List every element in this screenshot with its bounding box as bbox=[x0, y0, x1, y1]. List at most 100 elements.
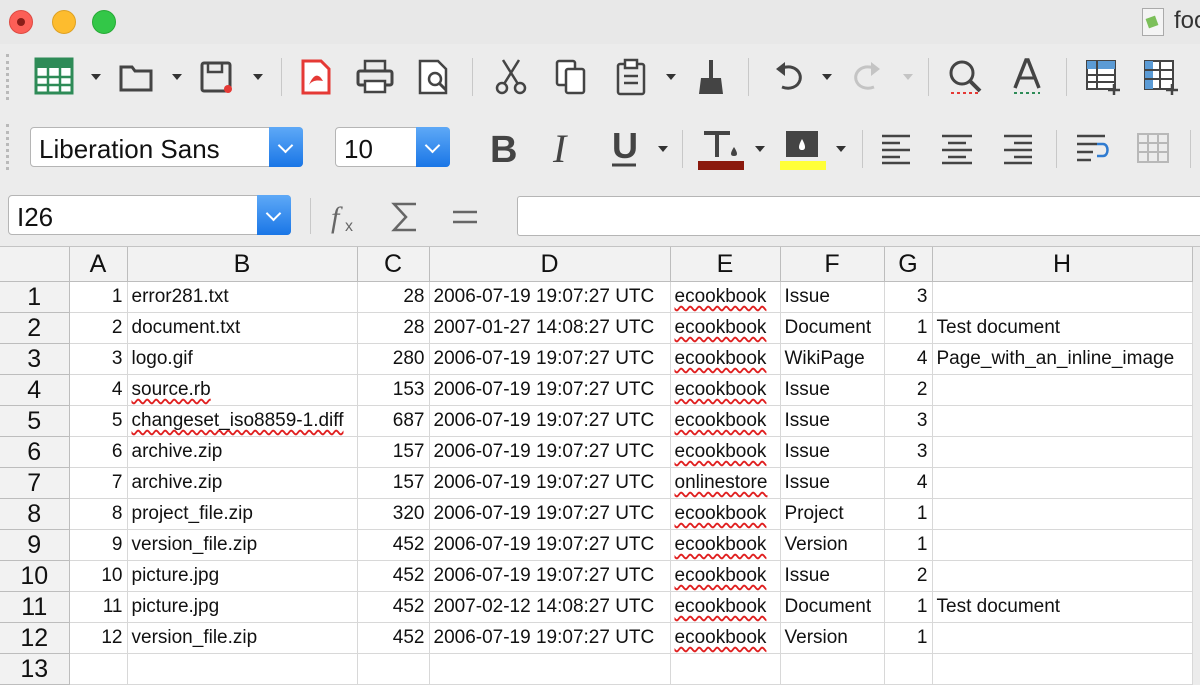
cell-c[interactable]: 157 bbox=[357, 436, 430, 468]
cell-g[interactable]: 2 bbox=[884, 560, 933, 592]
cell-h[interactable] bbox=[932, 622, 1193, 654]
cell-e[interactable]: ecookbook bbox=[670, 560, 781, 592]
row-header[interactable]: 7 bbox=[0, 467, 70, 499]
cell-h[interactable]: Page_with_an_inline_image bbox=[932, 343, 1193, 375]
new-dropdown-chevron-icon[interactable] bbox=[91, 74, 101, 80]
column-header[interactable]: G bbox=[884, 247, 933, 282]
cell-g[interactable]: 3 bbox=[884, 405, 933, 437]
cell-g[interactable]: 1 bbox=[884, 498, 933, 530]
font-color-icon[interactable] bbox=[694, 124, 748, 172]
cell-d[interactable]: 2006-07-19 19:07:27 UTC bbox=[429, 560, 671, 592]
cell-c[interactable]: 157 bbox=[357, 467, 430, 499]
cell-a[interactable]: 10 bbox=[69, 560, 128, 592]
cell-h[interactable] bbox=[932, 498, 1193, 530]
cell-a[interactable] bbox=[69, 653, 128, 685]
cell-f[interactable] bbox=[780, 653, 885, 685]
row-header[interactable]: 10 bbox=[0, 560, 70, 592]
highlight-dropdown-chevron-icon[interactable] bbox=[836, 146, 846, 152]
cell-f[interactable]: Document bbox=[780, 591, 885, 623]
cell-g[interactable]: 1 bbox=[884, 622, 933, 654]
font-name-combo[interactable]: Liberation Sans bbox=[30, 127, 303, 167]
cell-d[interactable]: 2006-07-19 19:07:27 UTC bbox=[429, 436, 671, 468]
cell-f[interactable]: Issue bbox=[780, 405, 885, 437]
cell-g[interactable]: 1 bbox=[884, 591, 933, 623]
cell-e[interactable]: ecookbook bbox=[670, 281, 781, 313]
cell-a[interactable]: 6 bbox=[69, 436, 128, 468]
cell-b[interactable]: project_file.zip bbox=[127, 498, 358, 530]
cell-g[interactable]: 1 bbox=[884, 529, 933, 561]
cell-b[interactable]: changeset_iso8859-1.diff bbox=[127, 405, 358, 437]
row-header[interactable]: 6 bbox=[0, 436, 70, 468]
cell-e[interactable]: ecookbook bbox=[670, 343, 781, 375]
toolbar-grip[interactable] bbox=[6, 124, 13, 170]
spelling-icon[interactable] bbox=[1006, 56, 1048, 98]
row-header[interactable]: 13 bbox=[0, 653, 70, 685]
paste-icon[interactable] bbox=[610, 56, 652, 98]
formula-input[interactable] bbox=[517, 196, 1200, 236]
cell-e[interactable]: onlinestore bbox=[670, 467, 781, 499]
close-window-button[interactable] bbox=[9, 10, 33, 34]
cell-d[interactable]: 2006-07-19 19:07:27 UTC bbox=[429, 343, 671, 375]
cell-e[interactable]: ecookbook bbox=[670, 312, 781, 344]
cell-h[interactable]: Test document bbox=[932, 312, 1193, 344]
redo-icon[interactable] bbox=[846, 56, 888, 98]
cell-g[interactable]: 4 bbox=[884, 343, 933, 375]
open-dropdown-chevron-icon[interactable] bbox=[172, 74, 182, 80]
cell-f[interactable]: Project bbox=[780, 498, 885, 530]
cell-h[interactable] bbox=[932, 405, 1193, 437]
insert-column-icon[interactable] bbox=[1140, 56, 1182, 98]
cell-f[interactable]: Document bbox=[780, 312, 885, 344]
italic-icon[interactable]: I bbox=[542, 126, 586, 170]
save-icon[interactable] bbox=[197, 58, 237, 96]
cell-a[interactable]: 3 bbox=[69, 343, 128, 375]
cell-f[interactable]: Issue bbox=[780, 374, 885, 406]
column-header[interactable]: F bbox=[780, 247, 885, 282]
cell-d[interactable]: 2007-02-12 14:08:27 UTC bbox=[429, 591, 671, 623]
cell-e[interactable]: ecookbook bbox=[670, 374, 781, 406]
cell-g[interactable]: 3 bbox=[884, 436, 933, 468]
cell-e[interactable]: ecookbook bbox=[670, 529, 781, 561]
font-color-dropdown-chevron-icon[interactable] bbox=[755, 146, 765, 152]
cell-e[interactable]: ecookbook bbox=[670, 436, 781, 468]
cell-e[interactable]: ecookbook bbox=[670, 405, 781, 437]
zoom-window-button[interactable] bbox=[92, 10, 116, 34]
column-header[interactable]: D bbox=[429, 247, 671, 282]
cell-a[interactable]: 9 bbox=[69, 529, 128, 561]
cell-f[interactable]: WikiPage bbox=[780, 343, 885, 375]
cell-c[interactable]: 28 bbox=[357, 281, 430, 313]
cell-h[interactable] bbox=[932, 374, 1193, 406]
row-header[interactable]: 8 bbox=[0, 498, 70, 530]
cell-d[interactable]: 2006-07-19 19:07:27 UTC bbox=[429, 529, 671, 561]
cell-c[interactable]: 153 bbox=[357, 374, 430, 406]
sum-icon[interactable] bbox=[384, 198, 426, 236]
row-header[interactable]: 12 bbox=[0, 622, 70, 654]
align-center-icon[interactable] bbox=[936, 128, 978, 168]
row-header[interactable]: 9 bbox=[0, 529, 70, 561]
align-right-icon[interactable] bbox=[996, 128, 1038, 168]
save-dropdown-chevron-icon[interactable] bbox=[253, 74, 263, 80]
wrap-text-icon[interactable] bbox=[1072, 128, 1114, 168]
cell-h[interactable] bbox=[932, 653, 1193, 685]
export-pdf-icon[interactable] bbox=[296, 56, 336, 98]
font-size-combo[interactable]: 10 bbox=[335, 127, 450, 167]
underline-dropdown-chevron-icon[interactable] bbox=[658, 146, 668, 152]
undo-dropdown-chevron-icon[interactable] bbox=[822, 74, 832, 80]
cell-c[interactable]: 280 bbox=[357, 343, 430, 375]
cell-h[interactable] bbox=[932, 529, 1193, 561]
cell-d[interactable]: 2006-07-19 19:07:27 UTC bbox=[429, 467, 671, 499]
cell-c[interactable]: 320 bbox=[357, 498, 430, 530]
print-preview-icon[interactable] bbox=[414, 56, 456, 98]
cut-icon[interactable] bbox=[490, 56, 532, 98]
row-header[interactable]: 2 bbox=[0, 312, 70, 344]
cell-e[interactable]: ecookbook bbox=[670, 498, 781, 530]
name-box[interactable]: I26 bbox=[8, 195, 291, 235]
cell-b[interactable]: version_file.zip bbox=[127, 529, 358, 561]
cell-c[interactable] bbox=[357, 653, 430, 685]
clone-formatting-icon[interactable] bbox=[690, 56, 732, 98]
find-replace-icon[interactable] bbox=[944, 56, 986, 98]
highlight-color-icon[interactable] bbox=[776, 124, 830, 172]
cell-b[interactable]: version_file.zip bbox=[127, 622, 358, 654]
cell-h[interactable] bbox=[932, 467, 1193, 499]
column-header[interactable]: A bbox=[69, 247, 128, 282]
cell-c[interactable]: 452 bbox=[357, 591, 430, 623]
